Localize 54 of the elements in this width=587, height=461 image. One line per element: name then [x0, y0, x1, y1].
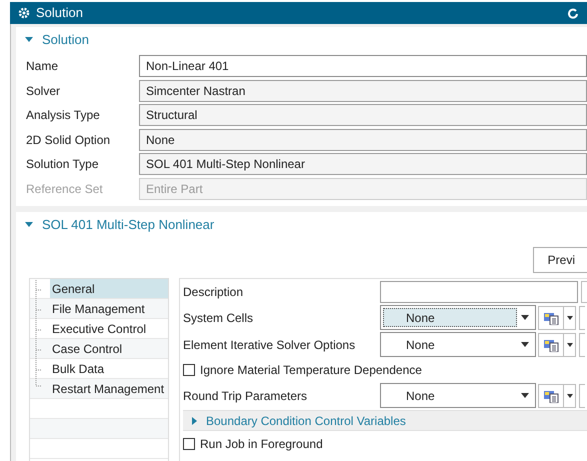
cut-field	[579, 306, 585, 330]
caret-icon	[566, 342, 572, 346]
field-label: Element Iterative Solver Options	[183, 336, 356, 354]
gear-icon	[18, 7, 30, 19]
dropdown[interactable]: None	[380, 332, 536, 357]
field-label: Description	[183, 284, 244, 300]
cut-field	[581, 280, 587, 302]
field-label: Name	[26, 58, 60, 76]
window-title: Solution	[36, 4, 83, 22]
field-label: Analysis Type	[26, 107, 101, 124]
input-field[interactable]: None	[139, 128, 587, 151]
section-header[interactable]: SOL 401 Multi-Step Nonlinear	[16, 212, 587, 238]
input-field[interactable]: SOL 401 Multi-Step Nonlinear	[139, 153, 587, 176]
dropdown[interactable]: None	[380, 305, 536, 330]
dropdown-button[interactable]	[564, 306, 576, 330]
caret-icon	[566, 316, 572, 320]
input-field[interactable]: Non-Linear 401	[139, 55, 587, 78]
input-field: Entire Part	[139, 178, 587, 200]
options-button[interactable]	[538, 332, 564, 356]
dropdown-button[interactable]	[564, 384, 576, 408]
field-label: 2D Solid Option	[26, 132, 112, 149]
list-icon	[543, 338, 559, 352]
options-button[interactable]	[538, 306, 564, 330]
field-label: Reference Set	[26, 180, 104, 198]
cut-field	[579, 332, 585, 356]
input-field[interactable]: Structural	[139, 104, 587, 126]
tree-item[interactable]: General	[50, 279, 168, 298]
expand-icon	[192, 416, 198, 424]
checkbox[interactable]	[183, 438, 195, 450]
options-button[interactable]	[538, 384, 564, 408]
section-header[interactable]: Solution	[16, 27, 89, 53]
caret-icon	[566, 394, 572, 398]
checkbox-label[interactable]: Ignore Material Temperature Dependence	[200, 361, 422, 379]
caret-icon	[521, 393, 529, 398]
checkbox[interactable]	[183, 364, 195, 376]
field-label: Solution Type	[26, 156, 100, 174]
input-field[interactable]	[380, 280, 578, 302]
field-label: Round Trip Parameters	[183, 388, 308, 404]
input-field[interactable]: Simcenter Nastran	[139, 80, 587, 102]
cut-field	[579, 384, 585, 408]
list-icon	[543, 388, 559, 402]
dropdown-button[interactable]	[564, 332, 576, 356]
checkbox-label[interactable]: Run Job in Foreground	[200, 435, 323, 453]
list-icon	[543, 310, 559, 324]
preview-button[interactable]: Previ	[532, 247, 587, 273]
field-label: System Cells	[183, 310, 254, 326]
tree-item[interactable]: Bulk Data	[50, 359, 168, 378]
tree-item[interactable]: Executive Control	[50, 319, 168, 338]
caret-icon	[521, 342, 529, 347]
dropdown[interactable]: None	[380, 383, 536, 408]
refresh-icon	[567, 7, 579, 19]
caret-icon	[521, 315, 529, 320]
group-header[interactable]: Boundary Condition Control Variables	[183, 410, 587, 431]
field-label: Solver	[26, 82, 62, 100]
